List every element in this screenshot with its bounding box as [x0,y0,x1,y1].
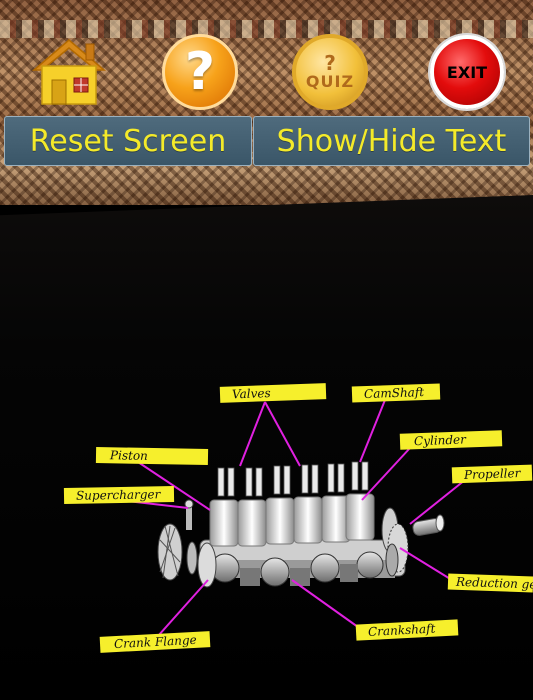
help-glyph: ? [184,42,216,102]
label-reduction-gear: Reduction gear [447,573,533,593]
reset-screen-label: Reset Screen [29,123,227,159]
label-supercharger: Supercharger [63,486,175,504]
help-button[interactable]: ? [162,34,238,110]
exit-icon: EXIT [430,35,504,109]
label-camshaft: CamShaft [351,383,441,403]
quiz-label: QUIZ [305,71,355,91]
home-icon [31,39,107,105]
valve-train [217,461,369,497]
label-propeller: Propeller [451,464,533,484]
reduction-gear-part [381,507,409,577]
label-piston: Piston [95,447,209,465]
show-hide-text-button[interactable]: Show/Hide Text [253,116,530,166]
quiz-glyph: ? [324,50,336,75]
crank-flange-part [186,541,217,588]
exit-button[interactable]: EXIT [430,35,504,109]
home-button[interactable] [30,36,108,106]
exit-label: EXIT [446,62,488,82]
cylinder-bank [209,493,375,547]
quiz-button[interactable]: ? QUIZ [292,34,368,110]
crankshaft-assembly [199,539,406,587]
reset-screen-button[interactable]: Reset Screen [4,116,252,166]
quiz-icon: ? QUIZ [292,34,368,110]
question-mark-icon: ? [162,34,238,110]
show-hide-text-label: Show/Hide Text [276,123,507,159]
